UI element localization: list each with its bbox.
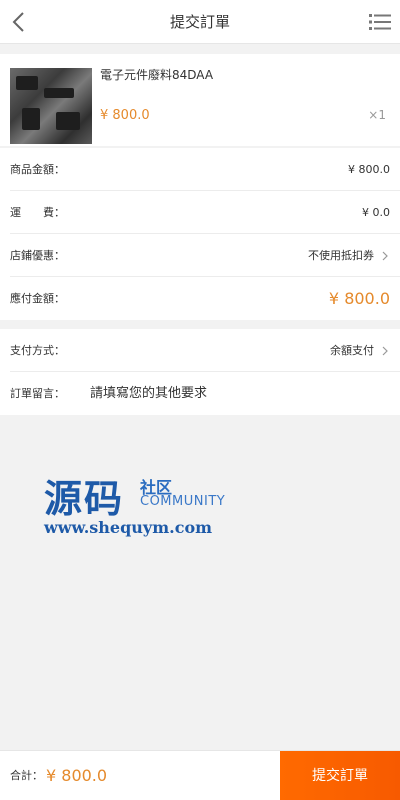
product-card[interactable]: 電子元件廢料84DAA ¥ 800.0 ×1: [0, 54, 400, 146]
row-value: 不使用抵扣券: [308, 249, 374, 262]
coupon-select[interactable]: 不使用抵扣券: [308, 234, 390, 277]
row-label: 店鋪優惠：: [10, 249, 65, 262]
row-label: 應付金額：: [10, 292, 65, 305]
payment-method-row[interactable]: 支付方式： 余額支付: [10, 329, 400, 372]
submit-order-button[interactable]: 提交訂單: [280, 751, 400, 800]
product-name: 電子元件廢料84DAA: [100, 68, 214, 82]
chevron-right-icon: [382, 251, 388, 261]
page-title: 提交訂單: [169, 13, 230, 31]
watermark-english: COMMUNITY: [140, 494, 226, 509]
top-bar: 提交訂單: [0, 0, 400, 44]
payment-method-select[interactable]: 余額支付: [330, 329, 390, 372]
row-label: 商品金額：: [10, 163, 65, 176]
payment-section: 支付方式： 余額支付 訂單留言：: [0, 329, 400, 415]
payable-amount: ¥ 800.0: [328, 289, 390, 308]
row-value: ¥ 800.0: [348, 163, 390, 176]
row-label: 支付方式：: [10, 344, 65, 357]
row-label: 運 費：: [10, 206, 65, 219]
total-amount: ¥ 800.0: [46, 766, 108, 785]
product-image: [10, 68, 92, 144]
product-price: ¥ 800.0: [100, 108, 150, 123]
watermark-logo: 源码 社区 COMMUNITY www.shequym.com: [44, 468, 284, 540]
chevron-right-icon: [382, 346, 388, 356]
list-menu-icon[interactable]: [368, 10, 392, 34]
watermark-text: 源码: [44, 476, 125, 521]
row-value: 余額支付: [330, 344, 374, 357]
watermark-url: www.shequym.com: [44, 518, 213, 537]
product-quantity: ×1: [368, 108, 386, 122]
remark-input[interactable]: [90, 372, 390, 415]
payable-row: 應付金額： ¥ 800.0: [10, 277, 400, 320]
row-value: ¥ 0.0: [362, 206, 390, 219]
shipping-row: 運 費： ¥ 0.0: [10, 191, 400, 234]
coupon-row[interactable]: 店鋪優惠： 不使用抵扣券: [10, 234, 400, 277]
order-summary: 商品金額： ¥ 800.0 運 費： ¥ 0.0 店鋪優惠： 不使用抵扣券 應付…: [0, 148, 400, 320]
goods-amount-row: 商品金額： ¥ 800.0: [10, 148, 400, 191]
bottom-bar: 合計： ¥ 800.0 提交訂單: [0, 750, 400, 800]
total-label: 合計：: [10, 769, 43, 782]
row-label: 訂單留言：: [10, 387, 65, 400]
remark-row: 訂單留言：: [10, 372, 400, 415]
